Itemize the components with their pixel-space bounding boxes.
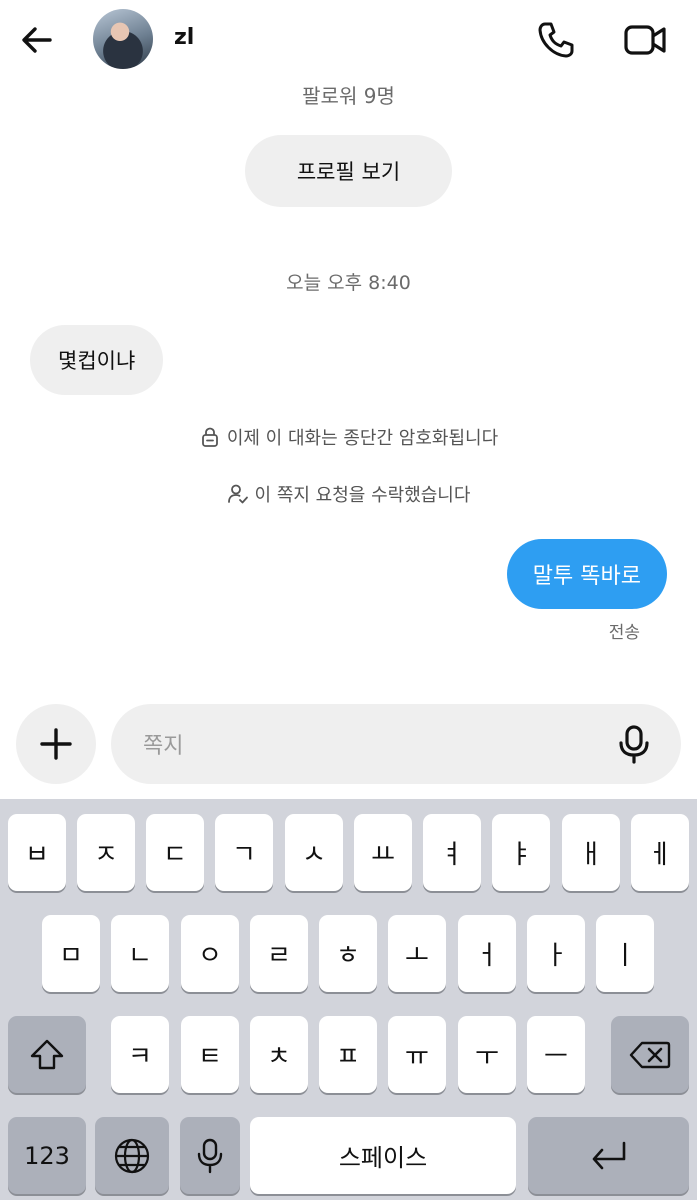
key-i[interactable]: ㅣ xyxy=(596,915,654,992)
plus-icon xyxy=(40,728,72,760)
key-hieut[interactable]: ㅎ xyxy=(319,915,377,992)
key-chieut[interactable]: ㅊ xyxy=(250,1016,308,1093)
request-accepted-text: 이 쪽지 요청을 수락했습니다 xyxy=(254,485,471,506)
key-ya[interactable]: ㅑ xyxy=(492,814,550,891)
backspace-key[interactable] xyxy=(611,1016,689,1093)
incoming-message-bubble[interactable]: 몇컵이냐 xyxy=(30,325,164,395)
voice-message-mic-icon[interactable] xyxy=(614,724,654,764)
key-tieut[interactable]: ㅌ xyxy=(181,1016,239,1093)
message-input-placeholder: 쪽지 xyxy=(143,734,184,759)
backspace-icon xyxy=(629,1041,671,1068)
key-e[interactable]: ㅔ xyxy=(631,814,689,891)
key-bieup[interactable]: ㅂ xyxy=(8,814,66,891)
globe-icon xyxy=(114,1138,150,1173)
outgoing-message-text: 말투 똑바로 xyxy=(532,564,641,589)
key-yeo[interactable]: ㅕ xyxy=(423,814,481,891)
back-arrow-icon[interactable] xyxy=(18,20,58,60)
key-pieup[interactable]: ㅍ xyxy=(319,1016,377,1093)
video-call-icon[interactable] xyxy=(622,20,668,60)
add-attachment-button[interactable] xyxy=(16,704,96,784)
message-timestamp: 오늘 오후 8:40 xyxy=(286,272,411,294)
key-nieun[interactable]: ㄴ xyxy=(111,915,169,992)
encryption-notice: 이제 이 대화는 종단간 암호화됩니다 xyxy=(0,424,697,450)
return-key[interactable] xyxy=(528,1117,689,1194)
key-u[interactable]: ㅜ xyxy=(458,1016,516,1093)
key-kieuk[interactable]: ㅋ xyxy=(111,1016,169,1093)
followers-count: 팔로워 9명 xyxy=(302,84,395,108)
key-siot[interactable]: ㅅ xyxy=(285,814,343,891)
key-eo[interactable]: ㅓ xyxy=(458,915,516,992)
return-arrow-icon xyxy=(592,1141,625,1169)
view-profile-button[interactable]: 프로필 보기 xyxy=(245,135,452,207)
numbers-key[interactable]: 123 xyxy=(8,1117,86,1194)
microphone-icon xyxy=(197,1138,223,1173)
key-a[interactable]: ㅏ xyxy=(527,915,585,992)
encryption-notice-text: 이제 이 대화는 종단간 암호화됩니다 xyxy=(226,428,499,449)
key-digeut[interactable]: ㄷ xyxy=(146,814,204,891)
incoming-message-text: 몇컵이냐 xyxy=(58,349,136,373)
key-giyeok[interactable]: ㄱ xyxy=(215,814,273,891)
message-input[interactable]: 쪽지 xyxy=(111,704,681,784)
key-rieul[interactable]: ㄹ xyxy=(250,915,308,992)
shift-arrow-icon xyxy=(30,1039,64,1069)
outgoing-message-bubble[interactable]: 말투 똑바로 xyxy=(506,539,667,609)
phone-call-icon[interactable] xyxy=(536,20,576,60)
key-mieum[interactable]: ㅁ xyxy=(42,915,100,992)
key-o[interactable]: ㅗ xyxy=(388,915,446,992)
request-accepted-notice: 이 쪽지 요청을 수락했습니다 xyxy=(0,481,697,507)
korean-keyboard: ㅂ ㅈ ㄷ ㄱ ㅅ ㅛ ㅕ ㅑ ㅐ ㅔ ㅁ ㄴ ㅇ ㄹ ㅎ ㅗ ㅓ ㅏ ㅣ ㅋ … xyxy=(0,799,697,1200)
space-key[interactable]: 스페이스 xyxy=(250,1117,516,1194)
person-check-icon xyxy=(227,484,248,504)
key-yo[interactable]: ㅛ xyxy=(354,814,412,891)
sent-status: 전송 xyxy=(608,623,640,643)
lock-icon xyxy=(201,427,218,447)
avatar[interactable] xyxy=(93,9,153,69)
key-ae[interactable]: ㅐ xyxy=(562,814,620,891)
key-yu[interactable]: ㅠ xyxy=(388,1016,446,1093)
key-jieut[interactable]: ㅈ xyxy=(77,814,135,891)
key-eu[interactable]: ㅡ xyxy=(527,1016,585,1093)
key-ieung[interactable]: ㅇ xyxy=(181,915,239,992)
dictation-key[interactable] xyxy=(180,1117,240,1194)
shift-key[interactable] xyxy=(8,1016,86,1093)
language-key[interactable] xyxy=(95,1117,169,1194)
contact-name[interactable]: zl xyxy=(174,25,194,50)
